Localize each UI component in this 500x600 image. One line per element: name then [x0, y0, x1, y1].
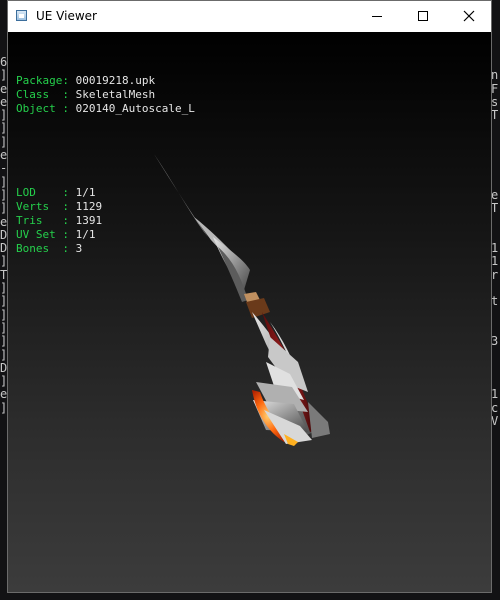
console-char	[491, 149, 500, 162]
ue-viewer-window[interactable]: UE Viewer Package: 00019218.upk Class : S…	[7, 0, 492, 593]
console-char	[491, 309, 500, 322]
console-char	[491, 375, 500, 388]
window-title: UE Viewer	[36, 9, 97, 23]
window-app-icon	[16, 10, 27, 21]
console-char: c	[491, 400, 499, 415]
console-char	[491, 216, 500, 229]
console-char	[491, 56, 500, 69]
console-char	[491, 176, 500, 189]
console-char: F	[491, 81, 499, 96]
console-char: r	[491, 267, 499, 282]
close-icon[interactable]	[446, 1, 492, 32]
console-char: 1	[491, 387, 499, 402]
console-char: e	[491, 187, 499, 202]
console-char	[491, 322, 500, 335]
console-char	[491, 122, 500, 135]
console-char: 1	[491, 241, 499, 256]
minimize-icon[interactable]	[354, 1, 400, 32]
console-char: t	[491, 294, 499, 309]
title-bar[interactable]: UE Viewer	[8, 1, 491, 32]
console-char	[491, 229, 500, 242]
console-char: T	[491, 108, 499, 123]
desktop-background: 6] e e]]] e -]]] e D D] T]]]]]] D] e] nFsTeT11rt31…	[0, 0, 500, 600]
skeletal-mesh-model[interactable]	[8, 32, 491, 592]
console-char	[491, 349, 500, 362]
console-char	[491, 162, 500, 175]
console-char	[491, 136, 500, 149]
background-console-right: nFsTeT11rt31cV	[491, 56, 500, 428]
console-char: V	[491, 414, 499, 429]
3d-viewport[interactable]: Package: 00019218.upk Class : SkeletalMes…	[8, 32, 491, 592]
maximize-icon[interactable]	[400, 1, 446, 32]
console-char: T	[491, 201, 499, 216]
console-char: 3	[491, 334, 499, 349]
console-char: n	[491, 68, 499, 83]
console-char	[491, 282, 500, 295]
console-char: 1	[491, 254, 499, 269]
console-char: s	[491, 94, 499, 109]
console-char	[491, 362, 500, 375]
